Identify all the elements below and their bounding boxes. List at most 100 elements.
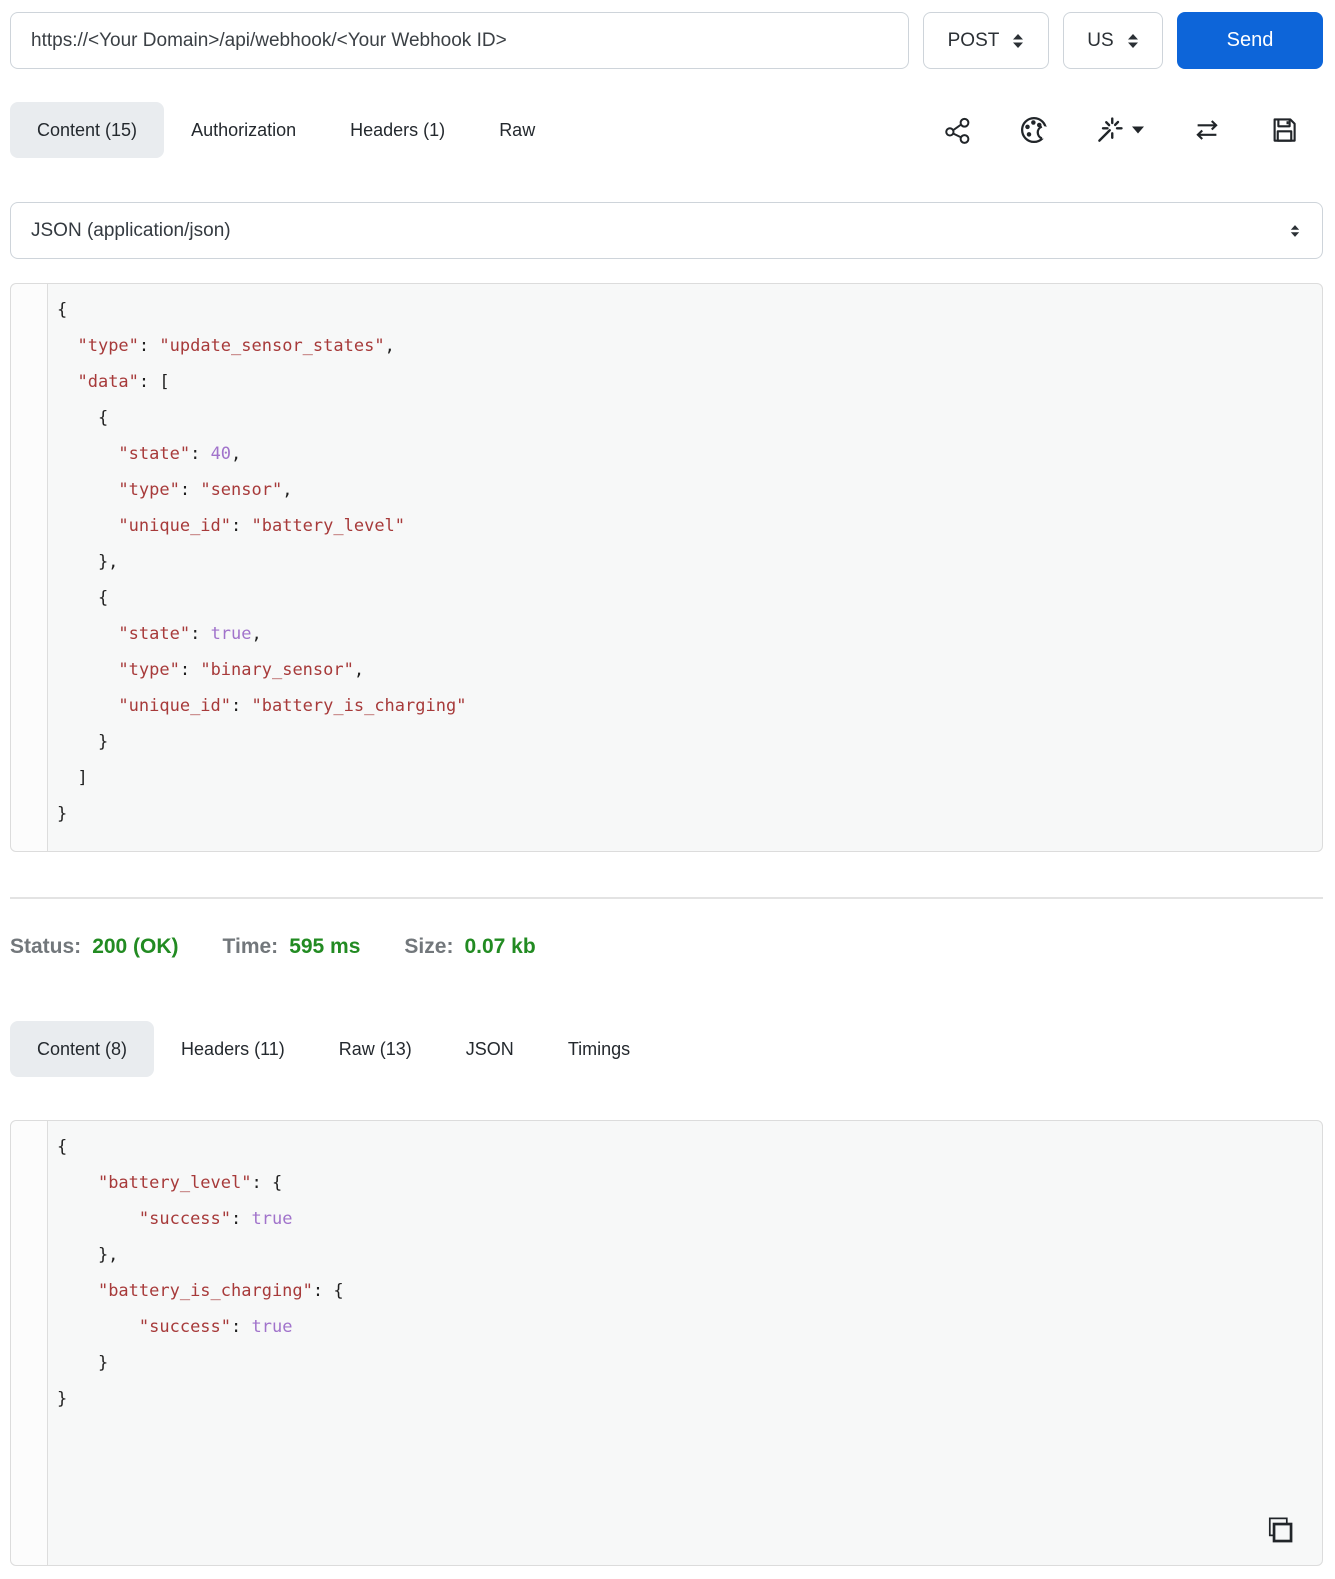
code-line: "type": "sensor", — [57, 472, 1322, 508]
code-token: , — [384, 336, 395, 356]
code-token: : — [179, 660, 201, 680]
content-type-select[interactable]: JSON (application/json) — [10, 202, 1323, 259]
status-group: Status: 200 (OK) — [10, 935, 179, 959]
chevron-down-icon — [1132, 126, 1144, 134]
time-label: Time: — [222, 935, 279, 958]
code-line: { — [57, 292, 1322, 328]
url-input[interactable] — [10, 12, 909, 69]
code-token: "type" — [77, 336, 139, 356]
status-label: Status: — [10, 935, 82, 958]
code-line: } — [57, 796, 1322, 832]
response-status-row: Status: 200 (OK) Time: 595 ms Size: 0.07… — [10, 925, 1323, 969]
code-token: : { — [312, 1281, 344, 1301]
code-token: : — [190, 444, 211, 464]
size-label: Size: — [404, 935, 454, 958]
send-button[interactable]: Send — [1177, 12, 1323, 69]
status-value: 200 (OK) — [92, 935, 179, 958]
tab-authorization[interactable]: Authorization — [164, 102, 323, 158]
tab-timings[interactable]: Timings — [541, 1021, 657, 1077]
size-value: 0.07 kb — [464, 935, 536, 958]
code-token: , — [231, 444, 242, 464]
method-select-value: POST — [947, 29, 1000, 51]
code-token: { — [57, 1137, 68, 1157]
code-token: "data" — [77, 372, 139, 392]
code-token: : { — [251, 1173, 283, 1193]
size-group: Size: 0.07 kb — [404, 935, 535, 959]
api-client-page: POST US Send Content (15)AuthorizationHe… — [0, 0, 1335, 1566]
code-token: "state" — [118, 444, 191, 464]
locale-select[interactable]: US — [1063, 12, 1163, 69]
code-line: }, — [57, 1237, 1322, 1273]
tab-headers-1[interactable]: Headers (1) — [323, 102, 472, 158]
code-line: } — [57, 1381, 1322, 1417]
code-line: "unique_id": "battery_level" — [57, 508, 1322, 544]
code-token: : — [138, 336, 160, 356]
code-line: "state": true, — [57, 616, 1322, 652]
code-line: } — [57, 1345, 1322, 1381]
code-token: "type" — [118, 480, 180, 500]
section-divider — [10, 897, 1323, 899]
code-token: { — [57, 588, 109, 608]
code-token: : — [231, 1317, 252, 1337]
code-line: "unique_id": "battery_is_charging" — [57, 688, 1322, 724]
save-icon — [1273, 118, 1296, 142]
code-line: "success": true — [57, 1201, 1322, 1237]
magic-wand-icon — [1098, 117, 1123, 142]
code-token: }, — [57, 552, 119, 572]
request-tabs: Content (15) Authorization Headers (1) Raw — [10, 102, 562, 158]
updown-arrows-icon — [1013, 33, 1024, 48]
code-token: } — [57, 732, 109, 752]
code-token: "unique_id" — [118, 516, 232, 536]
code-line: "state": 40, — [57, 436, 1322, 472]
code-line: "data": [ — [57, 364, 1322, 400]
request-body-code: { "type": "update_sensor_states", "data"… — [49, 284, 1322, 832]
swap-arrows-icon — [1196, 120, 1218, 140]
tab-content-8[interactable]: Content (8) — [10, 1021, 155, 1077]
palette-icon — [1021, 117, 1049, 143]
code-token: } — [57, 1389, 68, 1409]
share-icon — [945, 117, 970, 144]
code-line: "battery_level": { — [57, 1165, 1322, 1201]
request-body-editor[interactable]: { "type": "update_sensor_states", "data"… — [10, 283, 1323, 852]
code-token: : — [231, 516, 252, 536]
request-tabs-row: Content (15) Authorization Headers (1) Raw — [10, 102, 1323, 158]
tab-raw[interactable]: Raw — [472, 102, 562, 158]
code-token: : — [190, 624, 211, 644]
code-line: }, — [57, 544, 1322, 580]
response-body-viewer: { "battery_level": { "success": true }, … — [10, 1120, 1323, 1566]
viewer-gutter — [11, 1121, 48, 1565]
code-token: "battery_is_charging" — [97, 1281, 313, 1301]
code-token: : [ — [138, 372, 170, 392]
time-group: Time: 595 ms — [223, 935, 361, 959]
code-token: { — [57, 408, 109, 428]
share-button[interactable] — [943, 115, 973, 145]
editor-gutter — [11, 284, 48, 851]
code-token: true — [210, 624, 252, 644]
code-token: 40 — [210, 444, 232, 464]
tab-json[interactable]: JSON — [439, 1021, 541, 1077]
locale-select-value: US — [1087, 29, 1114, 51]
code-token: "state" — [118, 624, 191, 644]
copy-response-button[interactable] — [1262, 1512, 1296, 1549]
tab-raw-13[interactable]: Raw (13) — [312, 1021, 439, 1077]
code-token: "battery_level" — [97, 1173, 252, 1193]
tab-headers-11[interactable]: Headers (11) — [154, 1021, 312, 1077]
code-token: "unique_id" — [118, 696, 232, 716]
code-token: , — [251, 624, 262, 644]
code-line: "type": "binary_sensor", — [57, 652, 1322, 688]
code-token: , — [353, 660, 365, 680]
magic-actions-button[interactable] — [1095, 115, 1145, 145]
code-token: }, — [57, 1245, 119, 1265]
tab-content-15[interactable]: Content (15) — [10, 102, 165, 158]
theme-button[interactable] — [1019, 115, 1049, 145]
save-button[interactable] — [1269, 115, 1299, 145]
swap-button[interactable] — [1191, 115, 1223, 145]
method-select[interactable]: POST — [923, 12, 1049, 69]
